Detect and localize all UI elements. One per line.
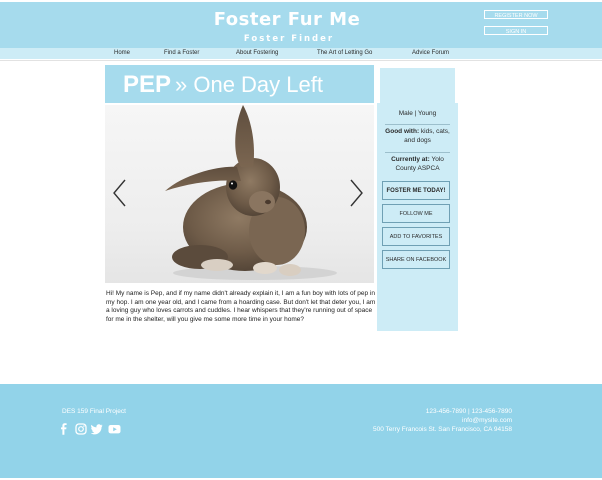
pet-title-banner: PEP » One Day Left <box>105 65 374 103</box>
follow-me-button[interactable]: FOLLOW ME <box>382 204 450 223</box>
nav-item-find-a-foster[interactable]: Find a Foster <box>164 48 199 59</box>
facebook-icon[interactable] <box>58 420 70 435</box>
separator: | <box>414 110 417 117</box>
email-link[interactable]: info@mysite.com <box>300 417 512 426</box>
youtube-icon[interactable] <box>108 420 121 434</box>
next-arrow-icon[interactable] <box>348 178 364 208</box>
nav-item-advice-forum[interactable]: Advice Forum <box>412 48 449 59</box>
contact-info: 123-456-7890 | 123-456-7890 info@mysite.… <box>300 408 512 434</box>
pet-name: PEP <box>123 71 172 98</box>
register-button[interactable]: REGISTER NOW <box>484 10 548 19</box>
rabbit-photo <box>165 105 337 280</box>
site-footer: DES 159 Final Project 123-456-7890 | 123… <box>0 384 602 478</box>
instagram-icon[interactable] <box>75 420 87 435</box>
pet-sex: Male <box>398 110 413 117</box>
panel-cap <box>377 65 458 103</box>
address: 500 Terry Francois St. San Francisco, CA… <box>373 425 512 433</box>
pet-age: Young <box>418 110 437 117</box>
divider <box>385 152 450 153</box>
pet-description: Hi! My name is Pep, and if my name didn'… <box>106 290 376 323</box>
currently-at: Currently at: Yolo County ASPCA <box>383 156 452 173</box>
previous-arrow-icon[interactable] <box>112 178 128 208</box>
phone-numbers: 123-456-7890 | 123-456-7890 <box>425 408 512 415</box>
pet-info-panel: Male | Young Good with: kids, cats, and … <box>377 65 458 331</box>
good-with-label: Good with: <box>385 128 420 135</box>
nav-item-about-fostering[interactable]: About Fostering <box>236 48 278 59</box>
site-header: Foster Fur Me Foster Finder REGISTER NOW… <box>0 2 602 48</box>
currently-at-label: Currently at: <box>391 156 430 163</box>
divider <box>0 60 602 61</box>
main-nav: Home Find a Foster About Fostering The A… <box>0 48 602 59</box>
pet-status: » One Day Left <box>175 72 323 97</box>
share-on-facebook-button[interactable]: SHARE ON FACEBOOK <box>382 250 450 269</box>
nav-item-home[interactable]: Home <box>114 48 130 59</box>
divider <box>385 124 450 125</box>
foster-me-button[interactable]: FOSTER ME TODAY! <box>382 181 450 200</box>
pet-photo-slider <box>105 105 374 283</box>
site-subtitle: Foster Finder <box>243 34 335 44</box>
add-to-favorites-button[interactable]: ADD TO FAVORITES <box>382 227 450 246</box>
sex-age: Male | Young <box>383 110 452 119</box>
nav-item-art-of-letting-go[interactable]: The Art of Letting Go <box>317 48 372 59</box>
good-with: Good with: kids, cats, and dogs <box>383 128 452 145</box>
sign-in-button[interactable]: SIGN IN <box>484 26 548 35</box>
project-label: DES 159 Final Project <box>62 408 126 415</box>
twitter-icon[interactable] <box>90 420 103 435</box>
